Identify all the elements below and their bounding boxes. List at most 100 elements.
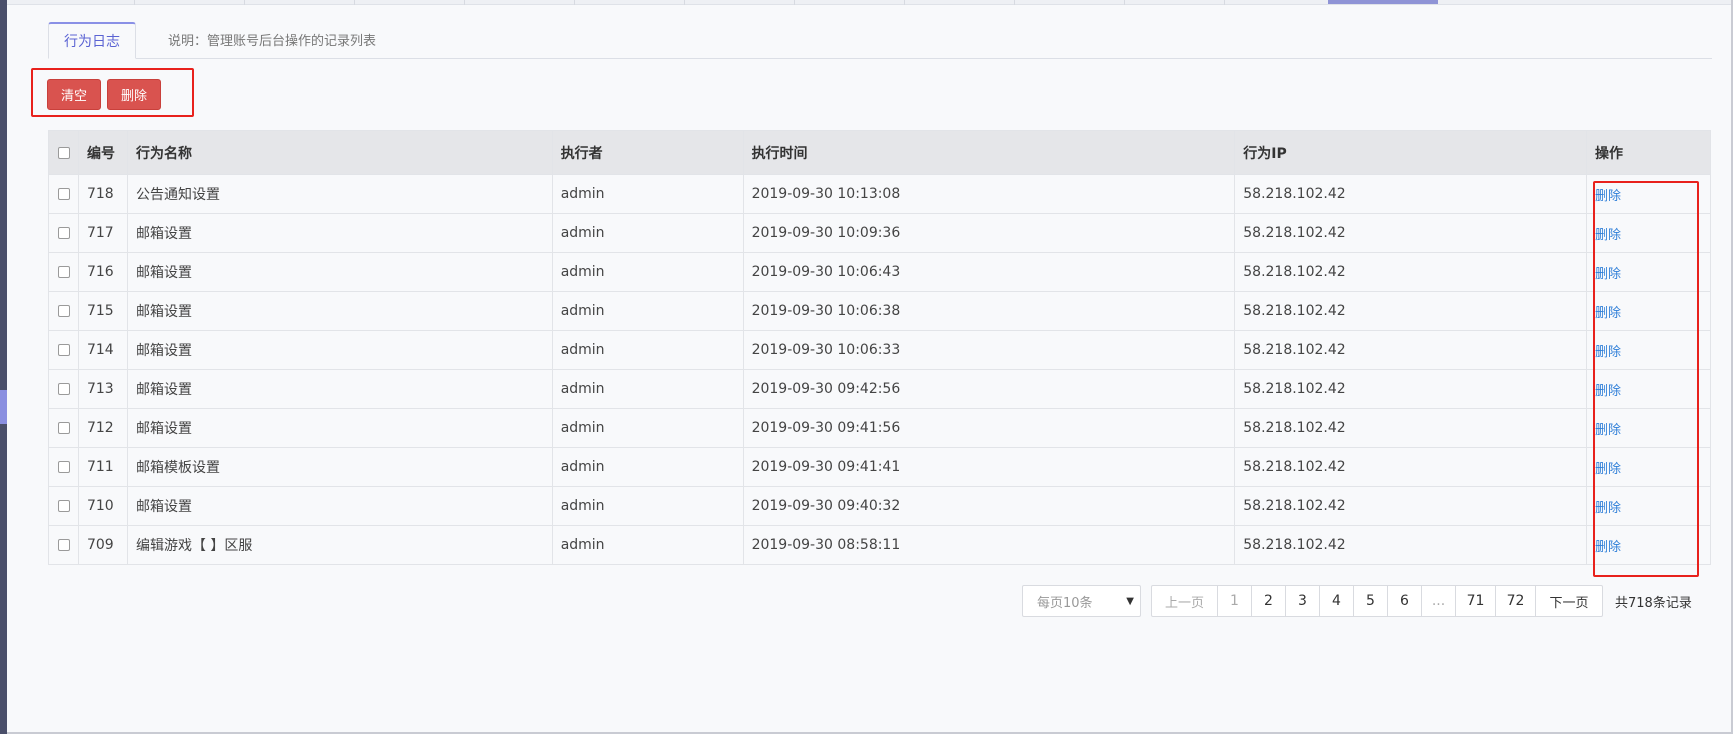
- cell-id: 718: [77, 174, 128, 214]
- page-71[interactable]: 71: [1456, 585, 1496, 617]
- row-delete-link[interactable]: 删除: [1595, 345, 1621, 360]
- cell-id: 715: [77, 291, 128, 331]
- row-checkbox-cell: [48, 252, 79, 292]
- caret-down-icon: ▼: [1126, 596, 1134, 607]
- table-row: 710 邮箱设置 admin 2019-09-30 09:40:32 58.21…: [48, 486, 1711, 526]
- header-op: 操作: [1586, 130, 1711, 175]
- cell-ip: 58.218.102.42: [1234, 525, 1588, 565]
- table-row: 714 邮箱设置 admin 2019-09-30 10:06:33 58.21…: [48, 330, 1711, 370]
- row-delete-link[interactable]: 删除: [1595, 540, 1621, 555]
- row-delete-link[interactable]: 删除: [1595, 501, 1621, 516]
- toolbar-highlight: 清空 删除: [31, 68, 194, 117]
- row-delete-link[interactable]: 删除: [1595, 228, 1621, 243]
- delete-button[interactable]: 删除: [107, 79, 161, 110]
- row-checkbox[interactable]: [58, 422, 70, 434]
- row-delete-link[interactable]: 删除: [1595, 306, 1621, 321]
- page-2[interactable]: 2: [1252, 585, 1286, 617]
- table-row: 715 邮箱设置 admin 2019-09-30 10:06:38 58.21…: [48, 291, 1711, 331]
- page-ellipsis: ...: [1422, 585, 1456, 617]
- cell-time: 2019-09-30 10:06:43: [742, 252, 1236, 292]
- page-5[interactable]: 5: [1354, 585, 1388, 617]
- page-4[interactable]: 4: [1320, 585, 1354, 617]
- cell-time: 2019-09-30 09:40:32: [742, 486, 1236, 526]
- row-checkbox-cell: [48, 174, 79, 214]
- cell-user: admin: [551, 486, 744, 526]
- tab-divider: [244, 0, 245, 5]
- cell-time: 2019-09-30 09:42:56: [742, 369, 1236, 409]
- cell-op: 删除: [1586, 369, 1711, 409]
- cell-name: 邮箱模板设置: [126, 447, 553, 487]
- table-header-row: 编号 行为名称 执行者 执行时间 行为IP 操作: [48, 130, 1711, 175]
- cell-name: 公告通知设置: [126, 174, 553, 214]
- page-size-select[interactable]: 每页10条 ▼: [1022, 585, 1141, 617]
- row-checkbox[interactable]: [58, 266, 70, 278]
- tab-divider: [134, 0, 135, 5]
- cell-user: admin: [551, 252, 744, 292]
- prev-page-button[interactable]: 上一页: [1151, 585, 1218, 617]
- cell-name: 邮箱设置: [126, 369, 553, 409]
- cell-op: 删除: [1586, 447, 1711, 487]
- cell-time: 2019-09-30 10:09:36: [742, 213, 1236, 253]
- row-checkbox[interactable]: [58, 539, 70, 551]
- cell-op: 删除: [1586, 486, 1711, 526]
- row-checkbox[interactable]: [58, 500, 70, 512]
- row-delete-link[interactable]: 删除: [1595, 267, 1621, 282]
- row-checkbox-cell: [48, 291, 79, 331]
- cell-name: 邮箱设置: [126, 486, 553, 526]
- row-checkbox[interactable]: [58, 461, 70, 473]
- page-1[interactable]: 1: [1218, 585, 1252, 617]
- page-links: 上一页 1 2 3 4 5 6 ... 71 72 下一页: [1151, 585, 1603, 617]
- cell-id: 713: [77, 369, 128, 409]
- table-row: 717 邮箱设置 admin 2019-09-30 10:09:36 58.21…: [48, 213, 1711, 253]
- cell-id: 712: [77, 408, 128, 448]
- row-checkbox-cell: [48, 525, 79, 565]
- header-time: 执行时间: [742, 130, 1236, 175]
- cell-op: 删除: [1586, 291, 1711, 331]
- row-checkbox[interactable]: [58, 344, 70, 356]
- row-delete-link[interactable]: 删除: [1595, 189, 1621, 204]
- row-checkbox-cell: [48, 447, 79, 487]
- tab-divider: [464, 0, 465, 5]
- cell-id: 709: [77, 525, 128, 565]
- cell-time: 2019-09-30 10:06:33: [742, 330, 1236, 370]
- left-sidebar-edge: [0, 0, 7, 734]
- total-records: 共718条记录: [1615, 595, 1692, 611]
- cell-time: 2019-09-30 09:41:56: [742, 408, 1236, 448]
- cell-op: 删除: [1586, 525, 1711, 565]
- cell-time: 2019-09-30 09:41:41: [742, 447, 1236, 487]
- row-checkbox-cell: [48, 486, 79, 526]
- row-delete-link[interactable]: 删除: [1595, 384, 1621, 399]
- cell-name: 邮箱设置: [126, 408, 553, 448]
- row-checkbox[interactable]: [58, 188, 70, 200]
- page-size-value: 每页10条: [1037, 595, 1093, 611]
- cell-ip: 58.218.102.42: [1234, 330, 1588, 370]
- cell-name: 邮箱设置: [126, 252, 553, 292]
- cell-user: admin: [551, 447, 744, 487]
- page-72[interactable]: 72: [1496, 585, 1536, 617]
- cell-op: 删除: [1586, 408, 1711, 448]
- cell-time: 2019-09-30 10:13:08: [742, 174, 1236, 214]
- row-delete-link[interactable]: 删除: [1595, 423, 1621, 438]
- cell-ip: 58.218.102.42: [1234, 252, 1588, 292]
- header-name: 行为名称: [126, 130, 553, 175]
- row-checkbox-cell: [48, 369, 79, 409]
- cell-user: admin: [551, 291, 744, 331]
- cell-id: 710: [77, 486, 128, 526]
- next-page-button[interactable]: 下一页: [1536, 585, 1603, 617]
- cell-op: 删除: [1586, 252, 1711, 292]
- tab-divider: [574, 0, 575, 5]
- clear-button[interactable]: 清空: [47, 79, 101, 110]
- cell-user: admin: [551, 213, 744, 253]
- tab-behavior-log[interactable]: 行为日志: [48, 22, 136, 59]
- header-ip: 行为IP: [1234, 130, 1588, 175]
- select-all-checkbox[interactable]: [58, 146, 70, 159]
- row-checkbox[interactable]: [58, 227, 70, 239]
- row-delete-link[interactable]: 删除: [1595, 462, 1621, 477]
- row-checkbox[interactable]: [58, 383, 70, 395]
- sidebar-active-marker: [0, 390, 7, 424]
- page-3[interactable]: 3: [1286, 585, 1320, 617]
- table-row: 716 邮箱设置 admin 2019-09-30 10:06:43 58.21…: [48, 252, 1711, 292]
- cell-op: 删除: [1586, 213, 1711, 253]
- page-6[interactable]: 6: [1388, 585, 1422, 617]
- row-checkbox[interactable]: [58, 305, 70, 317]
